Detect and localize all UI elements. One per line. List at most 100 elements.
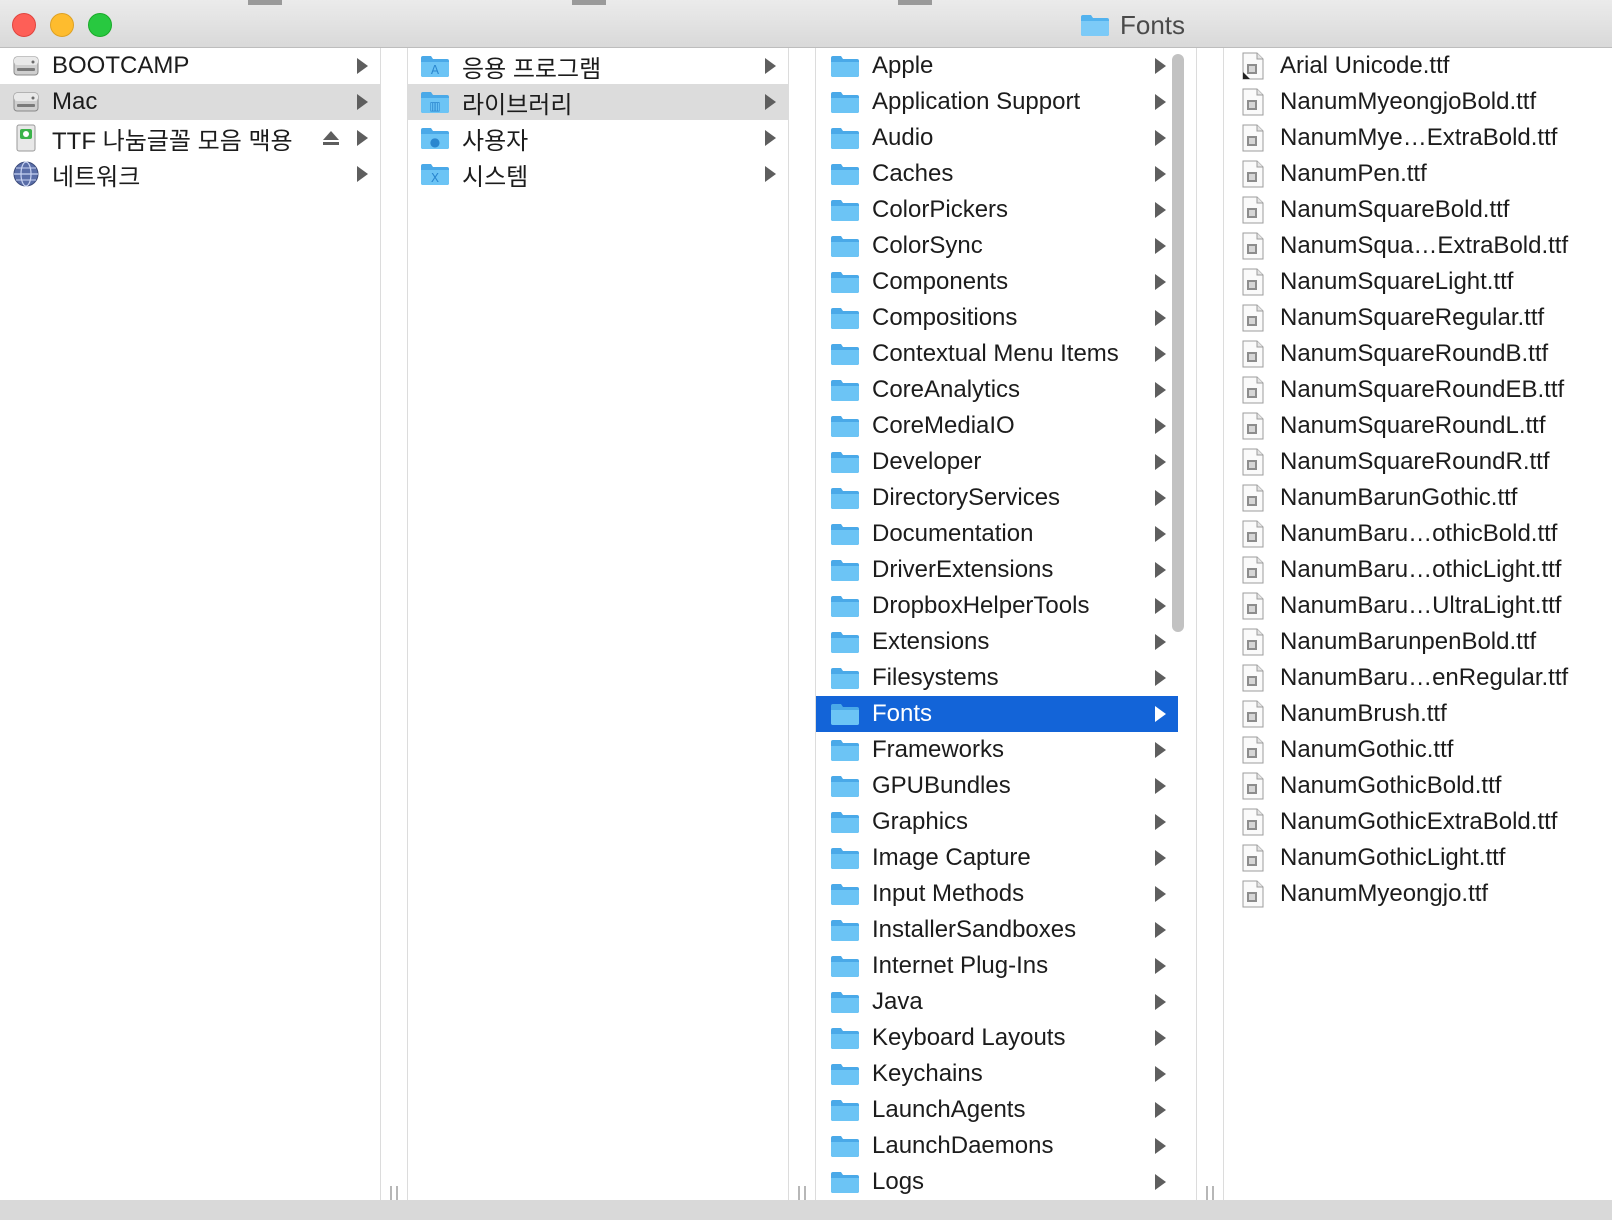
library-folder-item[interactable]: CoreMediaIO (816, 408, 1196, 444)
font-file-item[interactable]: Arial Unicode.ttf (1224, 48, 1612, 84)
font-file-item[interactable]: NanumGothic.ttf (1224, 732, 1612, 768)
item-label: GPUBundles (872, 772, 1011, 799)
library-folder-item[interactable]: Java (816, 984, 1196, 1020)
folder-item[interactable]: ▥ 라이브러리 (408, 84, 788, 120)
item-label: Keyboard Layouts (872, 1024, 1066, 1051)
sidebar-item[interactable]: 네트워크 (0, 156, 380, 192)
font-file-item[interactable]: NanumSqua…ExtraBold.ttf (1224, 228, 1612, 264)
font-file-item[interactable]: NanumBaru…enRegular.ttf (1224, 660, 1612, 696)
library-folder-item[interactable]: GPUBundles (816, 768, 1196, 804)
library-folder-item[interactable]: Logs (816, 1164, 1196, 1200)
font-file-item[interactable]: NanumGothicExtraBold.ttf (1224, 804, 1612, 840)
folder-icon (831, 1172, 859, 1193)
item-label: NanumPen.ttf (1280, 160, 1427, 187)
library-folder-item[interactable]: ColorPickers (816, 192, 1196, 228)
fonts-column[interactable]: Arial Unicode.ttf NanumMyeongjoBold.ttf Na… (1224, 48, 1612, 1212)
font-file-item[interactable]: NanumPen.ttf (1224, 156, 1612, 192)
folder-icon (831, 452, 859, 473)
font-file-item[interactable]: NanumSquareBold.ttf (1224, 192, 1612, 228)
item-label: NanumMyeongjoBold.ttf (1280, 88, 1537, 115)
font-file-icon (1242, 700, 1264, 728)
item-label: NanumGothicBold.ttf (1280, 772, 1502, 799)
library-folder-item[interactable]: Compositions (816, 300, 1196, 336)
column-resize-handle[interactable] (380, 48, 408, 1212)
font-file-item[interactable]: NanumBaru…othicBold.ttf (1224, 516, 1612, 552)
library-folder-item[interactable]: Application Support (816, 84, 1196, 120)
close-button[interactable] (12, 13, 36, 37)
folder-icon (831, 56, 859, 77)
item-label: Developer (872, 448, 982, 475)
font-file-item[interactable]: NanumSquareRoundR.ttf (1224, 444, 1612, 480)
item-label: NanumBarunpenBold.ttf (1280, 628, 1537, 655)
title-bar-notch (572, 0, 606, 5)
library-folder-item[interactable]: DriverExtensions (816, 552, 1196, 588)
font-file-item[interactable]: NanumGothicLight.ttf (1224, 840, 1612, 876)
eject-icon[interactable] (322, 130, 340, 146)
sidebar-item[interactable]: BOOTCAMP (0, 48, 380, 84)
library-folder-item[interactable]: Keyboard Layouts (816, 1020, 1196, 1056)
library-folder-item[interactable]: Audio (816, 120, 1196, 156)
library-folder-item[interactable]: Input Methods (816, 876, 1196, 912)
library-folder-item[interactable]: LaunchAgents (816, 1092, 1196, 1128)
library-folder-item[interactable]: CoreAnalytics (816, 372, 1196, 408)
library-folder-item[interactable]: Developer (816, 444, 1196, 480)
font-file-item[interactable]: NanumBarunGothic.ttf (1224, 480, 1612, 516)
sidebar-item[interactable]: Mac (0, 84, 380, 120)
library-folder-item[interactable]: InstallerSandboxes (816, 912, 1196, 948)
folder-icon (831, 236, 859, 257)
library-folder-item[interactable]: DirectoryServices (816, 480, 1196, 516)
font-file-icon (1242, 268, 1264, 296)
window-title-text: Fonts (1120, 9, 1186, 40)
library-folder-item[interactable]: ColorSync (816, 228, 1196, 264)
library-folder-item[interactable]: Fonts (816, 696, 1178, 732)
library-scrollbar[interactable] (1168, 52, 1188, 1202)
font-file-item[interactable]: NanumSquareRegular.ttf (1224, 300, 1612, 336)
font-file-item[interactable]: NanumSquareRoundL.ttf (1224, 408, 1612, 444)
sidebar-item[interactable]: TTF 나눔글꼴 모음 맥용 (0, 120, 380, 156)
library-folder-item[interactable]: Contextual Menu Items (816, 336, 1196, 372)
font-file-item[interactable]: NanumMyeongjoBold.ttf (1224, 84, 1612, 120)
library-folder-item[interactable]: LaunchDaemons (816, 1128, 1196, 1164)
font-file-item[interactable]: NanumSquareRoundB.ttf (1224, 336, 1612, 372)
zoom-button[interactable] (88, 13, 112, 37)
library-folder-item[interactable]: DropboxHelperTools (816, 588, 1196, 624)
library-folder-item[interactable]: Documentation (816, 516, 1196, 552)
library-folder-item[interactable]: Caches (816, 156, 1196, 192)
minimize-button[interactable] (50, 13, 74, 37)
root-folder-column[interactable]: A 응용 프로그램 ▥ 라이브러리 ● 사용자 X 시스템 (408, 48, 788, 1212)
font-file-item[interactable]: NanumSquareLight.ttf (1224, 264, 1612, 300)
library-folder-item[interactable]: Image Capture (816, 840, 1196, 876)
library-folder-item[interactable]: Extensions (816, 624, 1196, 660)
library-folder-item[interactable]: Components (816, 264, 1196, 300)
folder-item[interactable]: ● 사용자 (408, 120, 788, 156)
item-label: Arial Unicode.ttf (1280, 52, 1450, 79)
item-label: NanumSquareRoundEB.ttf (1280, 376, 1565, 403)
font-file-item[interactable]: NanumMye…ExtraBold.ttf (1224, 120, 1612, 156)
scrollbar-thumb[interactable] (1172, 54, 1184, 632)
folder-icon (831, 92, 859, 113)
library-folder-item[interactable]: Frameworks (816, 732, 1196, 768)
font-file-item[interactable]: NanumGothicBold.ttf (1224, 768, 1612, 804)
disclosure-arrow-icon (1155, 706, 1166, 722)
font-file-item[interactable]: NanumMyeongjo.ttf (1224, 876, 1612, 912)
font-file-item[interactable]: NanumBaru…othicLight.ttf (1224, 552, 1612, 588)
library-folder-item[interactable]: Graphics (816, 804, 1196, 840)
item-label: Contextual Menu Items (872, 340, 1119, 367)
item-label: Internet Plug-Ins (872, 952, 1049, 979)
library-folder-item[interactable]: Internet Plug-Ins (816, 948, 1196, 984)
column-resize-handle[interactable] (788, 48, 816, 1212)
column-resize-handle[interactable] (1196, 48, 1224, 1212)
library-folder-item[interactable]: Apple (816, 48, 1196, 84)
item-label: NanumGothicLight.ttf (1280, 844, 1506, 871)
title-bar[interactable]: Fonts (0, 0, 1612, 48)
font-file-item[interactable]: NanumBarunpenBold.ttf (1224, 624, 1612, 660)
library-column[interactable]: Apple Application Support Audio Caches Color… (816, 48, 1196, 1212)
folder-item[interactable]: X 시스템 (408, 156, 788, 192)
font-file-item[interactable]: NanumBrush.ttf (1224, 696, 1612, 732)
font-file-item[interactable]: NanumBaru…UltraLight.ttf (1224, 588, 1612, 624)
folder-item[interactable]: A 응용 프로그램 (408, 48, 788, 84)
sidebar-column[interactable]: BOOTCAMP Mac TTF 나눔글꼴 모음 맥용 네트워크 (0, 48, 380, 1212)
font-file-item[interactable]: NanumSquareRoundEB.ttf (1224, 372, 1612, 408)
library-folder-item[interactable]: Keychains (816, 1056, 1196, 1092)
library-folder-item[interactable]: Filesystems (816, 660, 1196, 696)
